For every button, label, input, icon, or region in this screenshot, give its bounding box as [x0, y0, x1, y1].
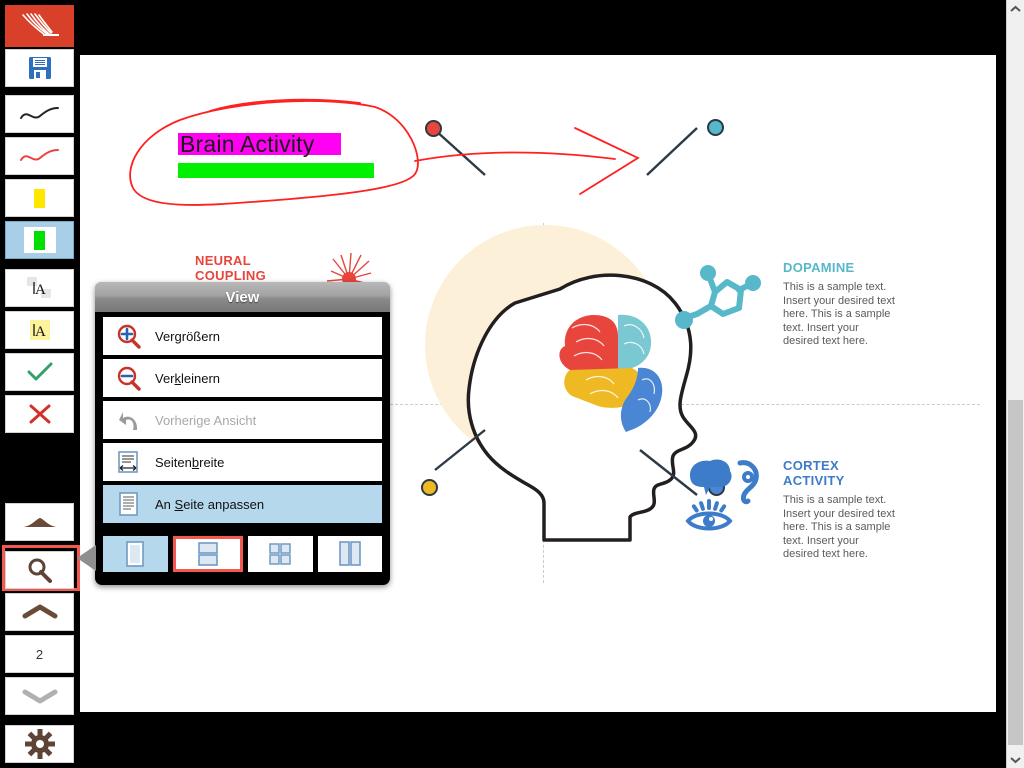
dialog-title: View	[95, 282, 390, 312]
red-cross-icon	[29, 404, 50, 424]
page-top-button[interactable]	[5, 503, 74, 541]
chevron-down-icon	[1010, 756, 1021, 763]
section-neural-coupling: NEURAL COUPLING	[195, 253, 305, 283]
scroll-down-button[interactable]	[1007, 751, 1024, 768]
highlight-yellow-button[interactable]	[5, 179, 74, 217]
quill-pen-icon	[21, 13, 59, 36]
reject-button[interactable]	[5, 395, 74, 433]
save-button[interactable]	[5, 49, 74, 87]
yellow-marker-icon	[34, 188, 45, 208]
grid-page-icon	[269, 543, 291, 565]
senses-icon	[685, 459, 759, 531]
erase-text-button[interactable]: A	[5, 269, 74, 307]
accept-button[interactable]	[5, 353, 74, 391]
green-check-icon	[27, 362, 52, 381]
scrollbar-thumb[interactable]	[1008, 400, 1023, 745]
svg-text:A: A	[35, 282, 46, 298]
molecule-icon	[675, 265, 761, 329]
green-marker-icon	[34, 230, 45, 250]
section-title-cortex-activity: CORTEX ACTIVITY	[783, 458, 845, 488]
black-pen-stroke-icon	[19, 107, 59, 119]
connector-dot-yellow[interactable]	[421, 479, 438, 496]
page-layout-button-group[interactable]	[95, 531, 390, 581]
svg-text:A: A	[35, 324, 46, 340]
connector-dot-red[interactable]	[425, 120, 442, 137]
menu-item-fit-page-label: An Seite anpassen	[155, 496, 265, 512]
magnifier-icon	[28, 558, 52, 583]
menu-item-previous-view: Vorherige Ansicht	[103, 401, 382, 439]
connector-dot-teal[interactable]	[707, 119, 724, 136]
section-title-neural-coupling: NEURAL COUPLING	[195, 253, 267, 283]
undo-arrow-icon	[119, 412, 138, 430]
app-logo-button[interactable]	[5, 5, 74, 47]
section-cortex-activity: CORTEX ACTIVITY This is a sample text. I…	[783, 458, 898, 562]
green-highlight-bar	[178, 163, 374, 178]
gear-icon	[24, 729, 55, 759]
single-page-layout-button[interactable]	[103, 536, 168, 572]
page-down-button[interactable]	[5, 677, 74, 715]
grid-layout-button[interactable]	[248, 536, 313, 572]
menu-item-page-width[interactable]: Seitenbreite	[103, 443, 382, 481]
zoom-out-icon	[117, 366, 141, 391]
pen-red-button[interactable]	[5, 137, 74, 175]
menu-item-zoom-in[interactable]: Vergrößern	[103, 317, 382, 355]
highlight-text-icon: A	[29, 320, 50, 340]
chevron-down-icon	[22, 689, 57, 704]
zoom-button[interactable]	[5, 551, 74, 589]
left-toolbar[interactable]: A A 2	[0, 0, 80, 768]
page-up-button[interactable]	[5, 593, 74, 631]
floppy-disk-icon	[28, 57, 51, 79]
menu-item-zoom-out[interactable]: Verkleinern	[103, 359, 382, 397]
section-title-dopamine: DOPAMINE	[783, 260, 855, 275]
scroll-up-button[interactable]	[1007, 0, 1024, 17]
chevron-up-icon	[1010, 5, 1021, 12]
two-row-layout-button[interactable]	[172, 536, 243, 572]
single-page-icon	[126, 541, 145, 567]
section-body-cortex-activity: This is a sample text. Insert your desir…	[783, 494, 895, 560]
erase-text-icon: A	[26, 277, 51, 298]
document-title: Brain Activity	[180, 131, 315, 157]
two-column-icon	[338, 541, 361, 566]
menu-item-fit-page[interactable]: An Seite anpassen	[103, 485, 382, 523]
settings-button[interactable]	[5, 725, 74, 763]
zoom-in-icon	[117, 324, 141, 349]
two-row-page-icon	[197, 542, 218, 566]
red-pen-stroke-icon	[19, 149, 59, 161]
chevron-up-icon	[22, 604, 57, 619]
page-number-display[interactable]: 2	[5, 635, 74, 673]
highlight-text-button[interactable]: A	[5, 311, 74, 349]
page-width-icon	[118, 451, 138, 473]
two-column-layout-button[interactable]	[317, 536, 382, 572]
highlight-green-button[interactable]	[5, 221, 74, 259]
menu-item-page-width-label: Seitenbreite	[155, 454, 225, 470]
triangle-up-icon	[22, 518, 57, 527]
menu-item-previous-view-label: Vorherige Ansicht	[155, 412, 257, 428]
pen-black-button[interactable]	[5, 95, 74, 133]
menu-item-zoom-out-label: Verkleinern	[155, 370, 221, 386]
section-dopamine: DOPAMINE This is a sample text. Insert y…	[783, 260, 898, 349]
menu-item-zoom-in-label: Vergrößern	[155, 328, 221, 344]
view-dialog[interactable]: View Vergrößern Verkleinern Vorherige An…	[77, 282, 390, 585]
page-number-label: 2	[35, 646, 44, 662]
section-body-dopamine: This is a sample text. Insert your desir…	[783, 281, 895, 347]
dialog-callout-tail	[77, 545, 96, 571]
fit-page-icon	[119, 492, 138, 516]
vertical-scrollbar[interactable]	[1006, 0, 1024, 768]
